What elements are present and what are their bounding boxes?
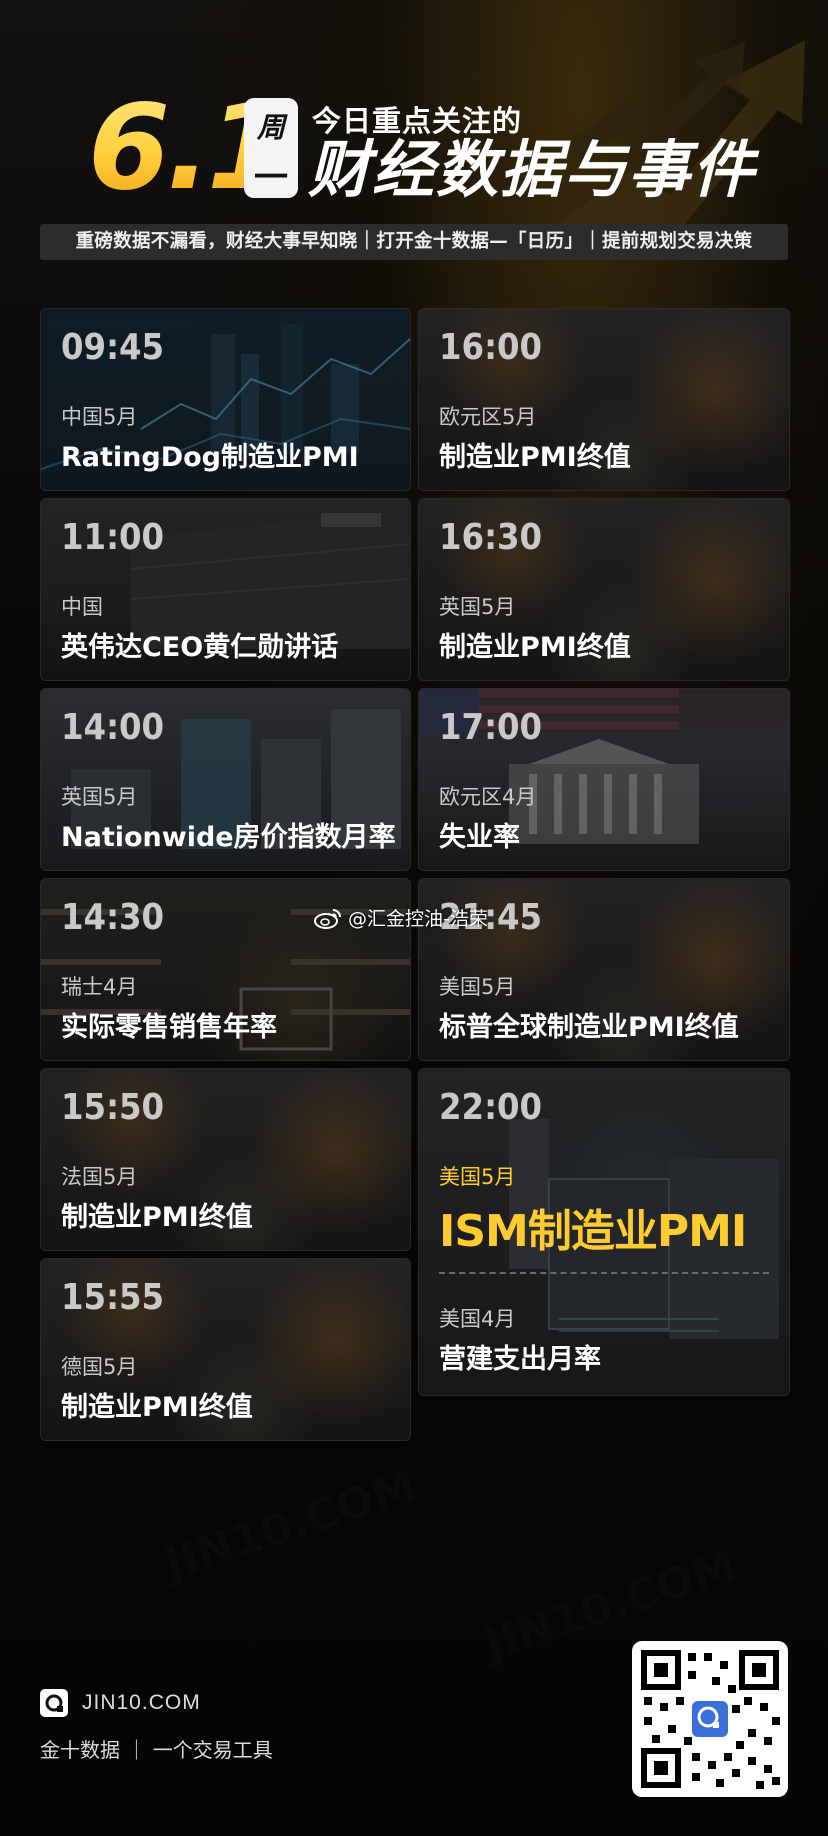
event-card[interactable]: 16:00 欧元区5月 制造业PMI终值 <box>418 308 790 491</box>
weekday-badge: 周 一 <box>244 98 298 198</box>
event-region: 英国5月 <box>61 785 138 809</box>
event-card[interactable]: 11:00 中国 英伟达CEO黄仁勋讲话 <box>40 498 411 681</box>
highlight-event-title: ISM制造业PMI <box>439 1206 747 1257</box>
event-title: 标普全球制造业PMI终值 <box>439 1012 739 1043</box>
event-region: 欧元区5月 <box>439 405 537 429</box>
event-time: 16:30 <box>439 517 543 558</box>
event-card[interactable]: 15:55 德国5月 制造业PMI终值 <box>40 1258 411 1441</box>
event-time: 14:00 <box>61 707 165 748</box>
event-title: 英伟达CEO黄仁勋讲话 <box>61 632 339 663</box>
weekday-top: 周 <box>256 111 285 144</box>
event-title: 制造业PMI终值 <box>439 442 631 473</box>
event-region: 瑞士4月 <box>61 975 138 999</box>
event-region: 美国4月 <box>439 1307 516 1331</box>
event-time: 11:00 <box>61 517 165 558</box>
event-card[interactable]: 16:30 英国5月 制造业PMI终值 <box>418 498 790 681</box>
event-region: 中国 <box>61 595 103 619</box>
event-card[interactable]: 15:50 法国5月 制造业PMI终值 <box>40 1068 411 1251</box>
event-title: 制造业PMI终值 <box>61 1392 253 1423</box>
event-time: 14:30 <box>61 897 165 938</box>
watermark-text: @汇金控油-浩荣 <box>348 908 488 930</box>
trend-arrow-icon <box>550 40 805 230</box>
qr-code-image <box>641 1650 780 1789</box>
site-url: JIN10.COM <box>82 1691 201 1714</box>
tagline-banner: 重磅数据不漏看，财经大事早知晓｜打开金十数据—「日历」｜提前规划交易决策 <box>40 224 788 260</box>
weibo-icon <box>314 908 341 929</box>
event-region: 英国5月 <box>439 595 516 619</box>
event-title: Nationwide房价指数月率 <box>61 822 396 853</box>
event-time: 15:50 <box>61 1087 165 1128</box>
weibo-watermark: @汇金控油-浩荣 <box>314 904 488 931</box>
event-region: 美国5月 <box>439 975 516 999</box>
highlight-event-card[interactable]: 22:00 美国5月 ISM制造业PMI 美国4月 营建支出月率 <box>418 1068 790 1396</box>
event-card[interactable]: 09:45 中国5月 RatingDog制造业PMI <box>40 308 411 491</box>
event-region: 中国5月 <box>61 405 138 429</box>
event-card[interactable]: 14:00 英国5月 Nationwide房价指数月率 <box>40 688 411 871</box>
event-title: 营建支出月率 <box>439 1344 601 1375</box>
event-time: 09:45 <box>61 327 165 368</box>
footer-brand: 金十数据 ｜ 一个交易工具 <box>40 1738 273 1762</box>
footer-logo[interactable]: JIN10.COM <box>40 1689 201 1717</box>
event-time: 22:00 <box>439 1087 543 1128</box>
event-title: 失业率 <box>439 822 520 853</box>
dashed-divider <box>439 1272 769 1274</box>
event-time: 16:00 <box>439 327 543 368</box>
event-title: RatingDog制造业PMI <box>61 442 359 473</box>
event-time: 15:55 <box>61 1277 165 1318</box>
event-title: 实际零售销售年率 <box>61 1012 277 1043</box>
event-title: 制造业PMI终值 <box>61 1202 253 1233</box>
event-title: 制造业PMI终值 <box>439 632 631 663</box>
event-card[interactable]: 17:00 欧元区4月 失业率 <box>418 688 790 871</box>
weekday-bottom: 一 <box>254 158 288 198</box>
event-region: 法国5月 <box>61 1165 138 1189</box>
event-region: 欧元区4月 <box>439 785 537 809</box>
qr-code[interactable] <box>632 1641 788 1797</box>
header-title: 财经数据与事件 <box>308 133 757 206</box>
jin10-logo-icon <box>40 1689 68 1717</box>
event-region: 美国5月 <box>439 1165 516 1189</box>
event-time: 17:00 <box>439 707 543 748</box>
event-region: 德国5月 <box>61 1355 138 1379</box>
